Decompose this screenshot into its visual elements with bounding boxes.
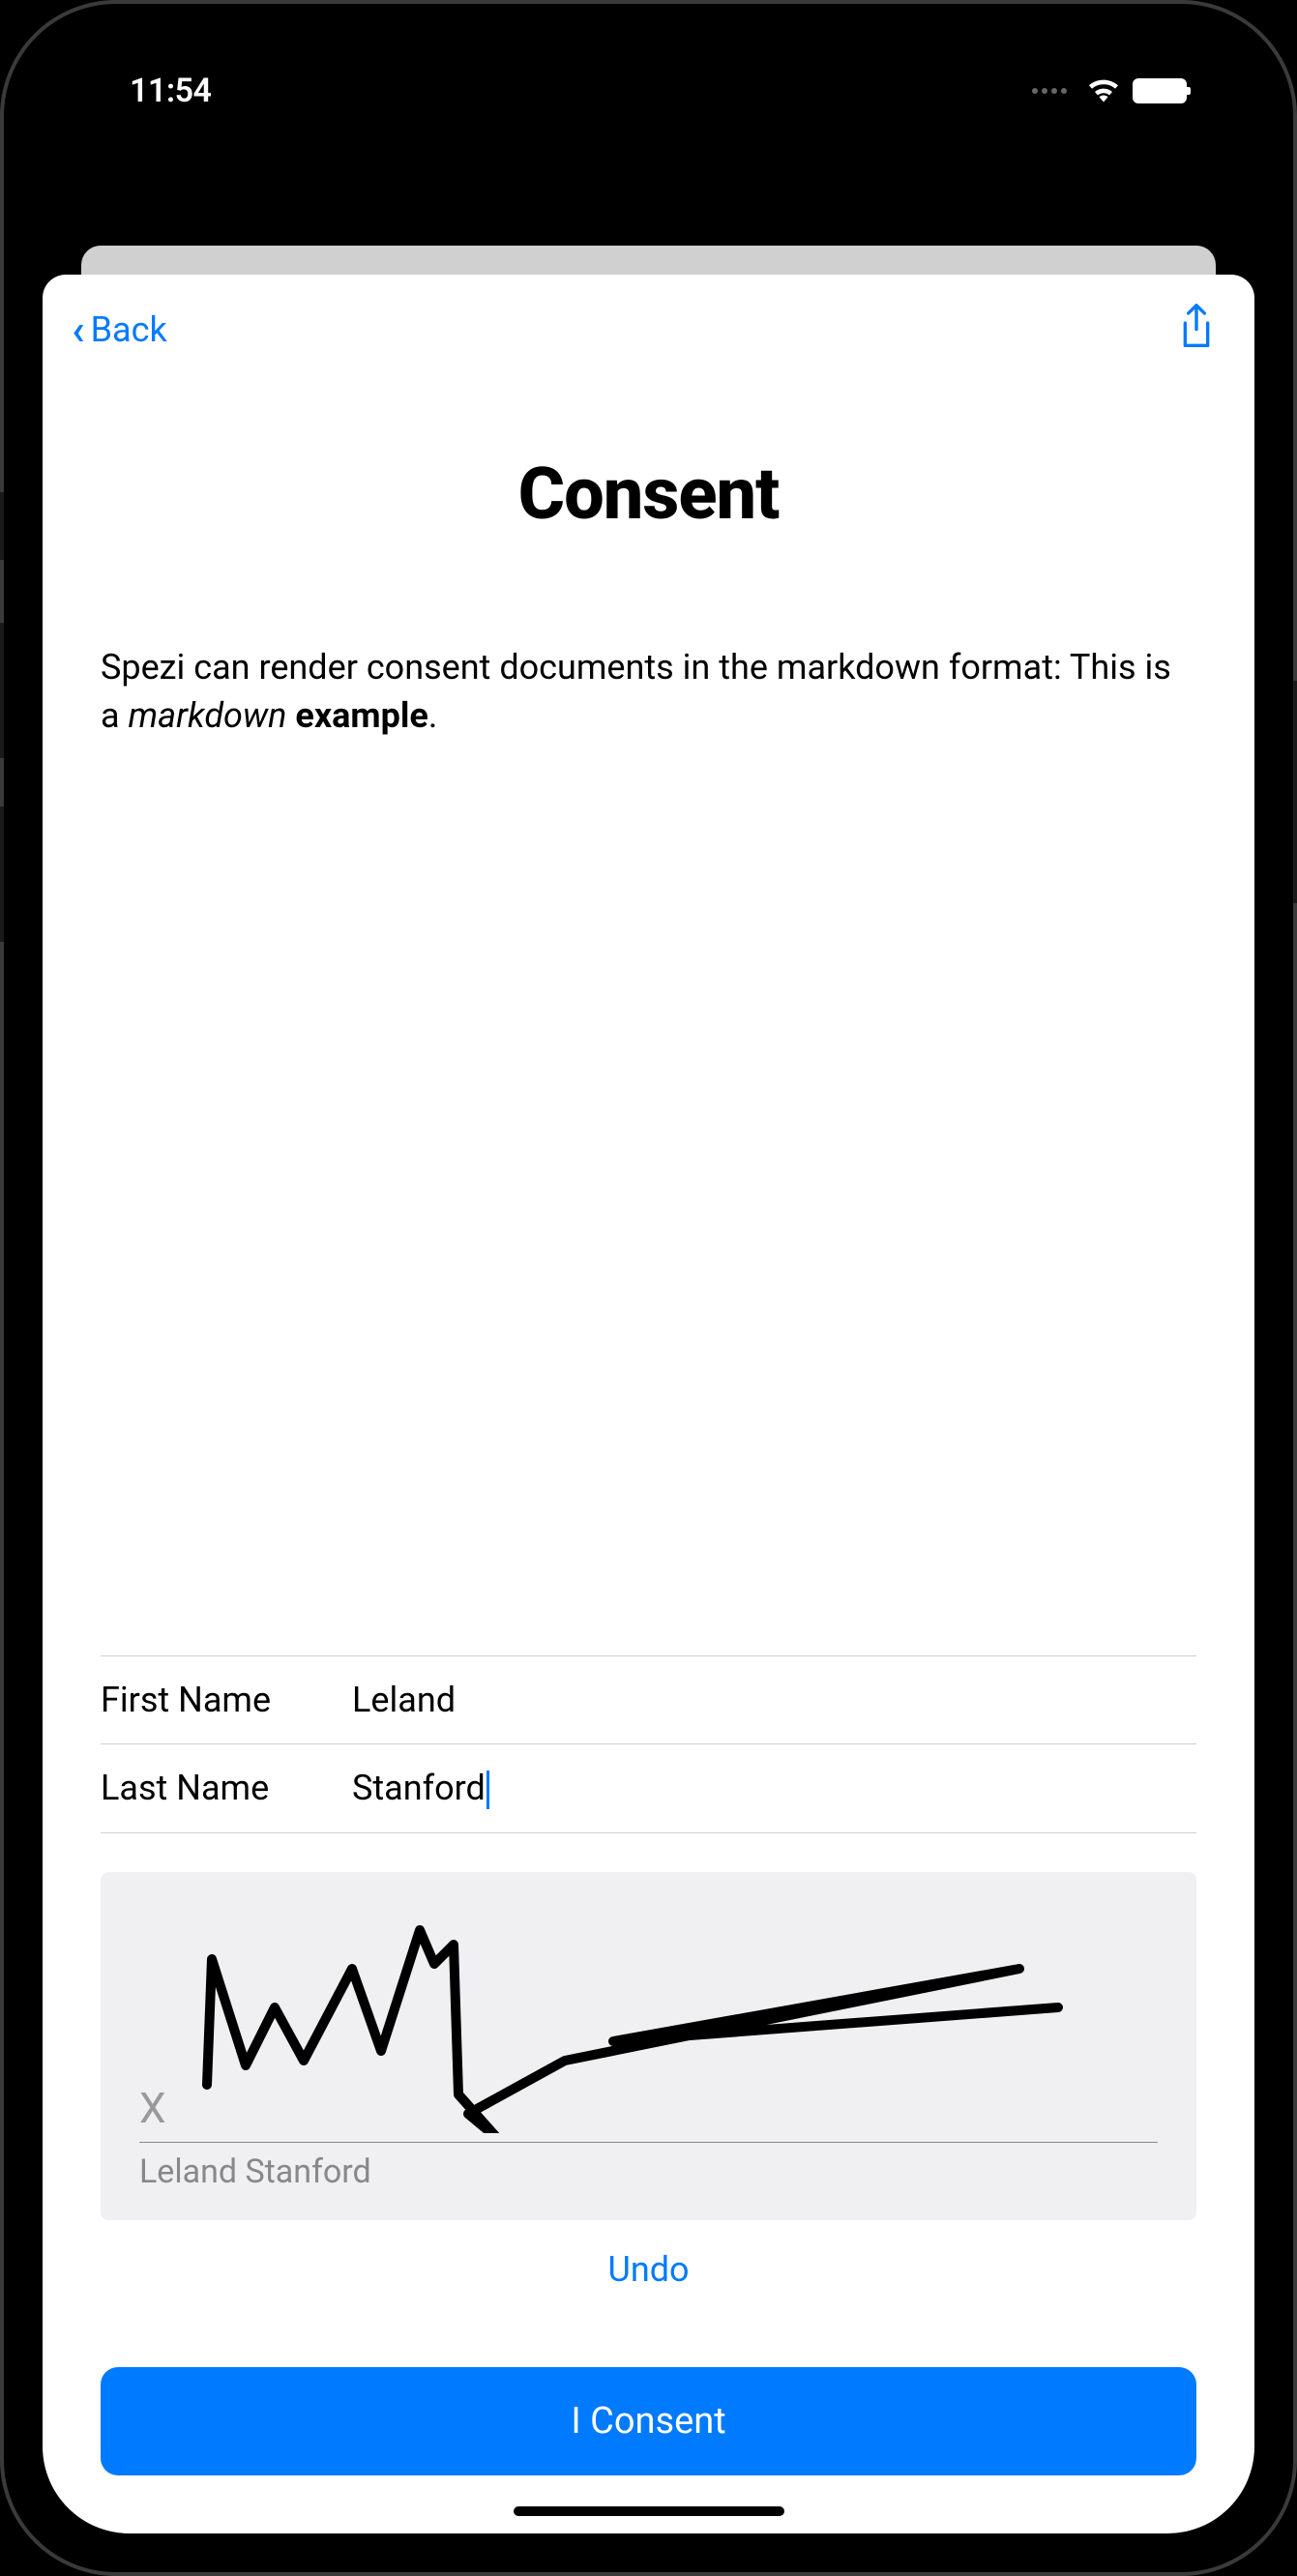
volume-up-button [0,623,4,758]
page-title: Consent [101,453,1196,537]
share-button[interactable] [1177,304,1216,356]
text-cursor [486,1771,489,1809]
silent-switch [0,492,4,560]
name-form: First Name Leland Last Name Stanford [101,1655,1196,1833]
device-frame: 11:54 [0,0,1297,2576]
back-button[interactable]: ‹ Back [72,308,167,351]
volume-down-button [0,806,4,942]
consent-button[interactable]: I Consent [101,2367,1196,2475]
wifi-icon [1086,75,1121,106]
status-icons [1032,75,1187,106]
sheet-backdrop [43,139,1254,275]
last-name-field[interactable]: Stanford [352,1768,1196,1809]
power-button [1293,681,1297,903]
screen: 11:54 [43,43,1254,2533]
signature-line [139,2142,1158,2143]
signature-name-preview: Leland Stanford [139,2152,371,2191]
background-sheet [81,246,1216,275]
content-area: Consent Spezi can render consent documen… [43,375,1254,2533]
consent-description: Spezi can render consent documents in th… [101,643,1196,741]
first-name-row: First Name Leland [101,1655,1196,1743]
signature-x-marker: X [139,2083,166,2133]
cellular-dots-icon [1032,88,1067,94]
signature-drawing [130,1891,1097,2133]
last-name-label: Last Name [101,1768,313,1808]
battery-icon [1133,78,1187,103]
status-time: 11:54 [130,72,211,110]
consent-sheet: ‹ Back Consent Spezi can render consent … [43,275,1254,2533]
last-name-row: Last Name Stanford [101,1743,1196,1833]
back-label: Back [91,309,167,350]
chevron-left-icon: ‹ [72,308,85,351]
share-icon [1177,304,1216,352]
first-name-field[interactable]: Leland [352,1680,1196,1720]
status-bar: 11:54 [43,43,1254,139]
undo-button[interactable]: Undo [101,2220,1196,2319]
home-indicator[interactable] [514,2506,784,2516]
nav-bar: ‹ Back [43,275,1254,375]
signature-pad[interactable]: X Leland Stanford [101,1872,1196,2220]
first-name-label: First Name [101,1680,313,1720]
